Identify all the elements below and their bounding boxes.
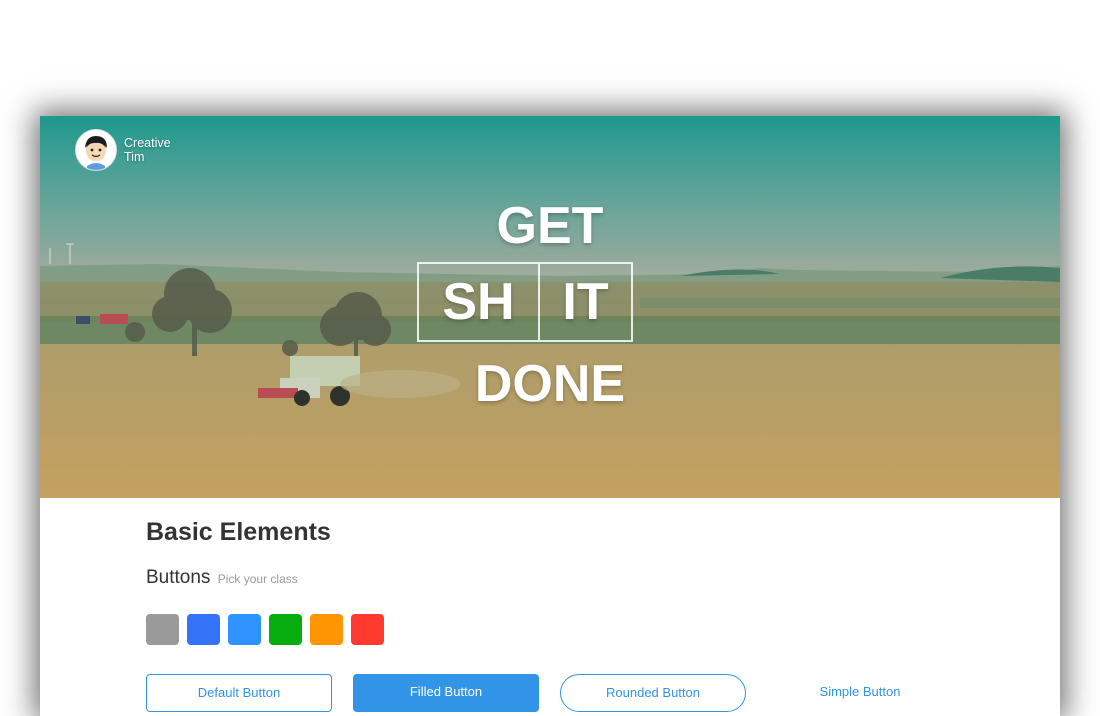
headline-sh: SH [442,273,515,331]
buttons-hint: Pick your class [217,572,298,586]
headline-box: SH IT [417,262,633,342]
section-title: Basic Elements [146,518,331,546]
headline-get: GET [496,197,604,255]
hero-headline: GET SH IT DONE [40,116,1060,498]
buttons-heading-row: Buttons Pick your class [146,566,966,591]
swatch-default[interactable] [146,614,179,645]
swatch-success[interactable] [269,614,302,645]
headline-done: DONE [474,355,626,413]
hero-banner: Creative Tim GET SH IT DONE [40,116,1060,498]
swatch-danger[interactable] [351,614,384,645]
filled-button[interactable]: Filled Button [353,674,539,712]
color-swatches [146,614,966,645]
rounded-button[interactable]: Rounded Button [560,674,746,712]
button-examples: Default Button Filled Button Rounded But… [146,674,966,714]
swatch-warning[interactable] [310,614,343,645]
basic-elements-section: Basic Elements Buttons Pick your class D… [146,516,966,712]
simple-button[interactable]: Simple Button [767,674,953,712]
headline-it: IT [562,273,609,331]
default-button[interactable]: Default Button [146,674,332,712]
swatch-info[interactable] [228,614,261,645]
swatch-primary[interactable] [187,614,220,645]
page-frame: Creative Tim GET SH IT DONE Basic Elemen… [40,116,1060,716]
buttons-heading: Buttons [146,567,211,588]
